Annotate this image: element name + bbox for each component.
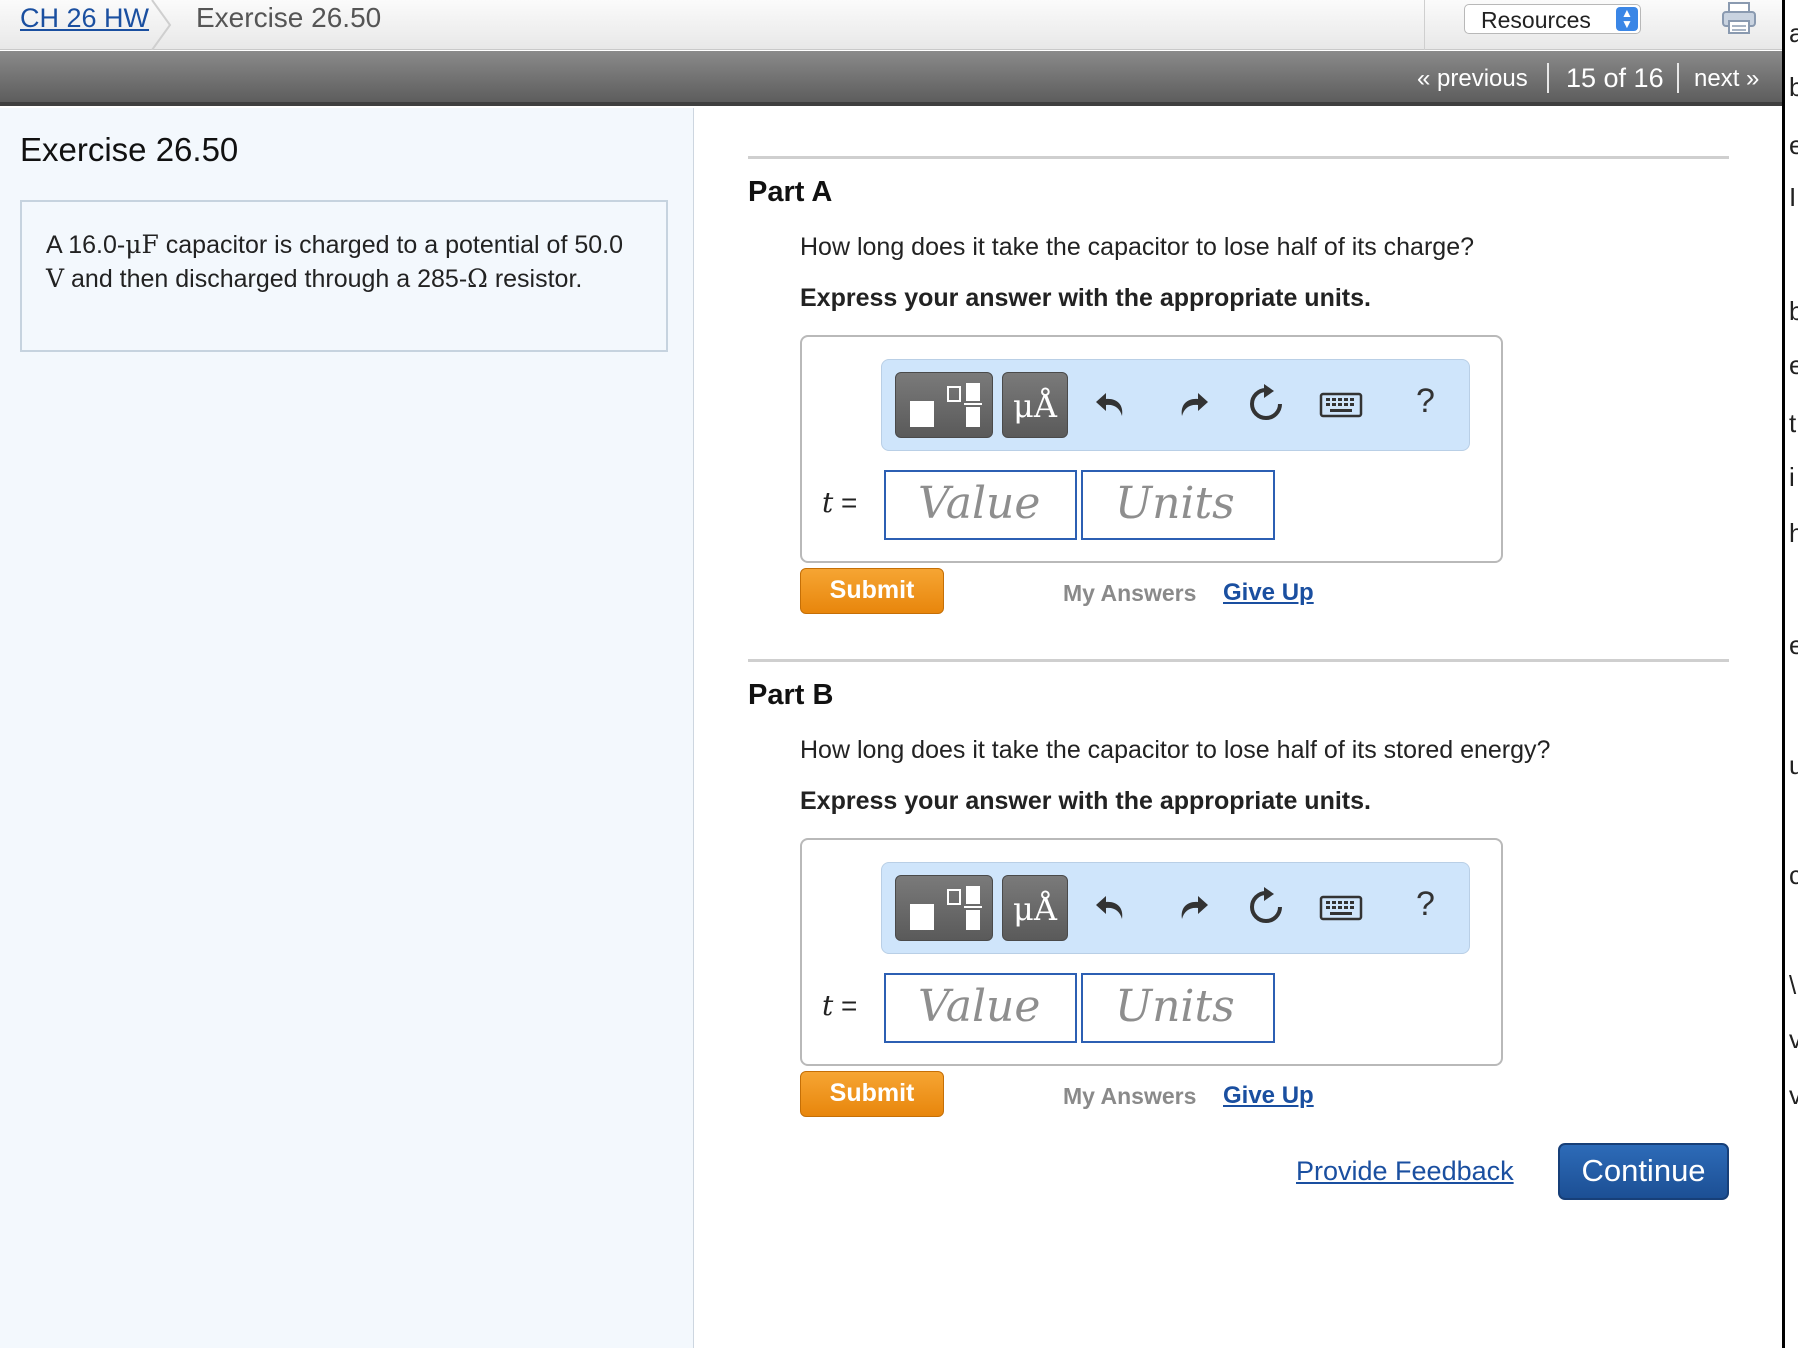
- keyboard-icon[interactable]: [1318, 885, 1364, 929]
- problem-text: resistor.: [487, 265, 583, 293]
- templates-icon: [910, 886, 982, 930]
- part-b-answer-box: μÅ ? t = Value Units: [800, 838, 1503, 1066]
- edge-text: b: [1789, 72, 1798, 103]
- adjacent-window-edge: a b e I b e t i h e u c \ v v: [1782, 0, 1798, 1348]
- nav-divider: [1547, 63, 1549, 93]
- edge-text: t: [1789, 408, 1797, 438]
- part-a-question: How long does it take the capacitor to l…: [800, 233, 1474, 261]
- edge-text: v: [1789, 1080, 1798, 1111]
- answer-variable-label: t =: [822, 486, 857, 519]
- help-icon[interactable]: ?: [1416, 885, 1435, 924]
- problem-panel: Exercise 26.50 A 16.0-μF capacitor is ch…: [0, 108, 694, 1348]
- part-b-title: Part B: [748, 679, 834, 711]
- edge-text: h: [1789, 518, 1798, 549]
- redo-icon[interactable]: [1168, 885, 1212, 929]
- value-input[interactable]: Value: [884, 470, 1077, 540]
- resources-label: Resources: [1481, 7, 1591, 33]
- edge-text: e: [1789, 630, 1798, 661]
- part-a-instruction: Express your answer with the appropriate…: [800, 284, 1371, 312]
- edge-text: v: [1789, 1024, 1798, 1055]
- units-button[interactable]: μÅ: [1002, 372, 1068, 438]
- templates-button[interactable]: [895, 875, 993, 941]
- math-toolbar: μÅ ?: [881, 359, 1470, 451]
- continue-button[interactable]: Continue: [1558, 1143, 1729, 1200]
- part-b-question: How long does it take the capacitor to l…: [800, 736, 1551, 764]
- next-link[interactable]: next »: [1694, 65, 1759, 93]
- undo-icon[interactable]: [1092, 382, 1136, 426]
- nav-divider: [1677, 63, 1679, 93]
- breadcrumb-assignment-link[interactable]: CH 26 HW: [20, 3, 149, 34]
- edge-text: b: [1789, 296, 1798, 327]
- exercise-title: Exercise 26.50: [20, 131, 239, 168]
- problem-text: and then discharged through a 285-: [64, 265, 468, 293]
- part-a-title: Part A: [748, 176, 833, 208]
- part-b-instruction: Express your answer with the appropriate…: [800, 787, 1371, 815]
- edge-text: a: [1789, 18, 1798, 49]
- answer-variable-label: t =: [822, 989, 857, 1022]
- units-button[interactable]: μÅ: [1002, 875, 1068, 941]
- part-b-my-answers: My Answers: [1063, 1083, 1197, 1109]
- header-divider: [1424, 0, 1425, 50]
- variable-symbol: t: [822, 989, 834, 1022]
- unit-capacitance: μF: [125, 230, 159, 259]
- edge-text: c: [1789, 860, 1798, 891]
- part-a-answer-box: μÅ ? t = Value Units: [800, 335, 1503, 563]
- part-divider: [748, 156, 1729, 159]
- variable-symbol: t: [822, 486, 834, 519]
- previous-link[interactable]: « previous: [1417, 65, 1528, 93]
- unit-resistance: Ω: [467, 264, 488, 293]
- edge-text: \: [1789, 970, 1797, 1000]
- equals-sign: =: [841, 487, 858, 518]
- help-icon[interactable]: ?: [1416, 382, 1435, 421]
- part-b-give-up-link[interactable]: Give Up: [1223, 1082, 1314, 1110]
- unit-voltage: V: [46, 264, 65, 293]
- breadcrumb-chevron-icon: [151, 0, 172, 50]
- part-b-submit-button[interactable]: Submit: [800, 1071, 944, 1117]
- part-a-give-up-link[interactable]: Give Up: [1223, 579, 1314, 607]
- reset-icon[interactable]: [1244, 382, 1288, 426]
- part-a-submit-button[interactable]: Submit: [800, 568, 944, 614]
- equals-sign: =: [841, 990, 858, 1021]
- edge-text: I: [1789, 182, 1797, 212]
- problem-text: A 16.0-: [46, 231, 126, 259]
- breadcrumb-current: Exercise 26.50: [196, 2, 382, 33]
- part-a-my-answers: My Answers: [1063, 580, 1197, 606]
- problem-statement: A 16.0-μF capacitor is charged to a pote…: [20, 200, 668, 352]
- item-position: 15 of 16: [1566, 63, 1664, 93]
- templates-button[interactable]: [895, 372, 993, 438]
- units-input[interactable]: Units: [1081, 470, 1275, 540]
- edge-text: u: [1789, 750, 1798, 781]
- provide-feedback-link[interactable]: Provide Feedback: [1296, 1156, 1514, 1187]
- top-header: CH 26 HW Exercise 26.50 Resources ▲ ▼: [0, 0, 1782, 50]
- templates-icon: [910, 383, 982, 427]
- edge-text: e: [1789, 350, 1798, 381]
- edge-text: i: [1789, 462, 1795, 492]
- reset-icon[interactable]: [1244, 885, 1288, 929]
- edge-text: e: [1789, 130, 1798, 161]
- math-toolbar: μÅ ?: [881, 862, 1470, 954]
- units-input[interactable]: Units: [1081, 973, 1275, 1043]
- navigation-bar: « previous 15 of 16 next »: [0, 51, 1782, 106]
- keyboard-icon[interactable]: [1318, 382, 1364, 426]
- undo-icon[interactable]: [1092, 885, 1136, 929]
- resources-dropdown[interactable]: Resources ▲ ▼: [1464, 4, 1641, 34]
- updown-arrow-icon: ▲ ▼: [1616, 7, 1638, 31]
- problem-text: capacitor is charged to a potential of 5…: [158, 231, 624, 259]
- redo-icon[interactable]: [1168, 382, 1212, 426]
- part-divider: [748, 659, 1729, 662]
- value-input[interactable]: Value: [884, 973, 1077, 1043]
- printer-icon[interactable]: [1721, 1, 1757, 35]
